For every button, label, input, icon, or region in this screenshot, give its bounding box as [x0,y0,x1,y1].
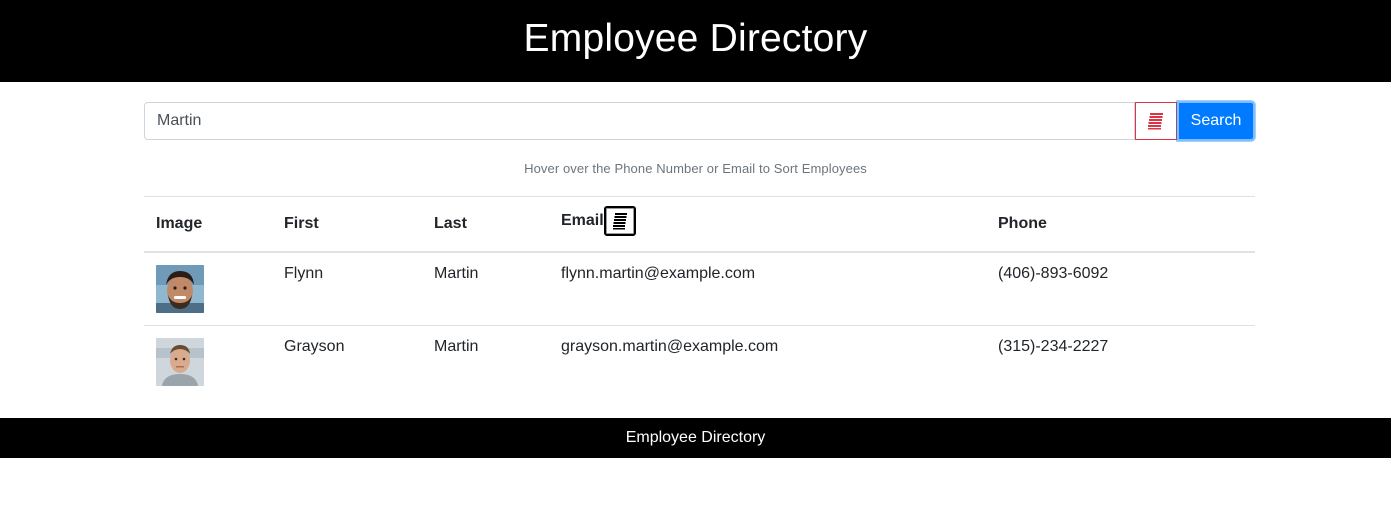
list-icon [1148,113,1163,130]
cell-last: Martin [434,265,479,282]
cell-image [144,324,272,398]
search-bar: Search [144,101,1255,141]
cell-first: Flynn [284,265,324,282]
avatar [156,265,204,313]
employee-table: Image First Last Email Phone Flynn Marti… [144,197,1255,398]
table-row: Flynn Martin flynn.martin@example.com (4… [144,252,1255,325]
cell-first: Grayson [272,324,422,398]
column-header-email: Email [549,197,986,253]
search-input[interactable] [144,102,1135,140]
list-icon [612,213,627,230]
column-header-image: Image [144,197,272,253]
table-row: Grayson Martin grayson.martin@example.co… [144,324,1255,398]
sort-hint: Hover over the Phone Number or Email to … [524,161,867,176]
column-header-email-label: Email [561,212,604,229]
column-header-last: Last [422,197,549,253]
table-header-row: Image First Last Email Phone [144,197,1255,253]
cell-phone: (406)-893-6092 [998,265,1109,282]
search-button[interactable]: Search [1177,101,1255,141]
page-footer: Employee Directory [0,418,1391,458]
page-title: Employee Directory [523,17,868,60]
cell-email: flynn.martin@example.com [561,265,756,282]
sort-email-button[interactable] [603,206,636,236]
column-header-first: First [272,197,422,253]
cell-last: Martin [422,324,549,398]
cell-email: grayson.martin@example.com [549,324,986,398]
footer-text: Employee Directory [625,429,766,446]
clear-search-button[interactable] [1135,102,1177,140]
page-header: Employee Directory [0,0,1391,82]
cell-phone: (315)-234-2227 [986,324,1255,398]
cell-image [144,252,272,325]
avatar [156,337,204,386]
column-header-phone[interactable]: Phone [986,197,1255,253]
